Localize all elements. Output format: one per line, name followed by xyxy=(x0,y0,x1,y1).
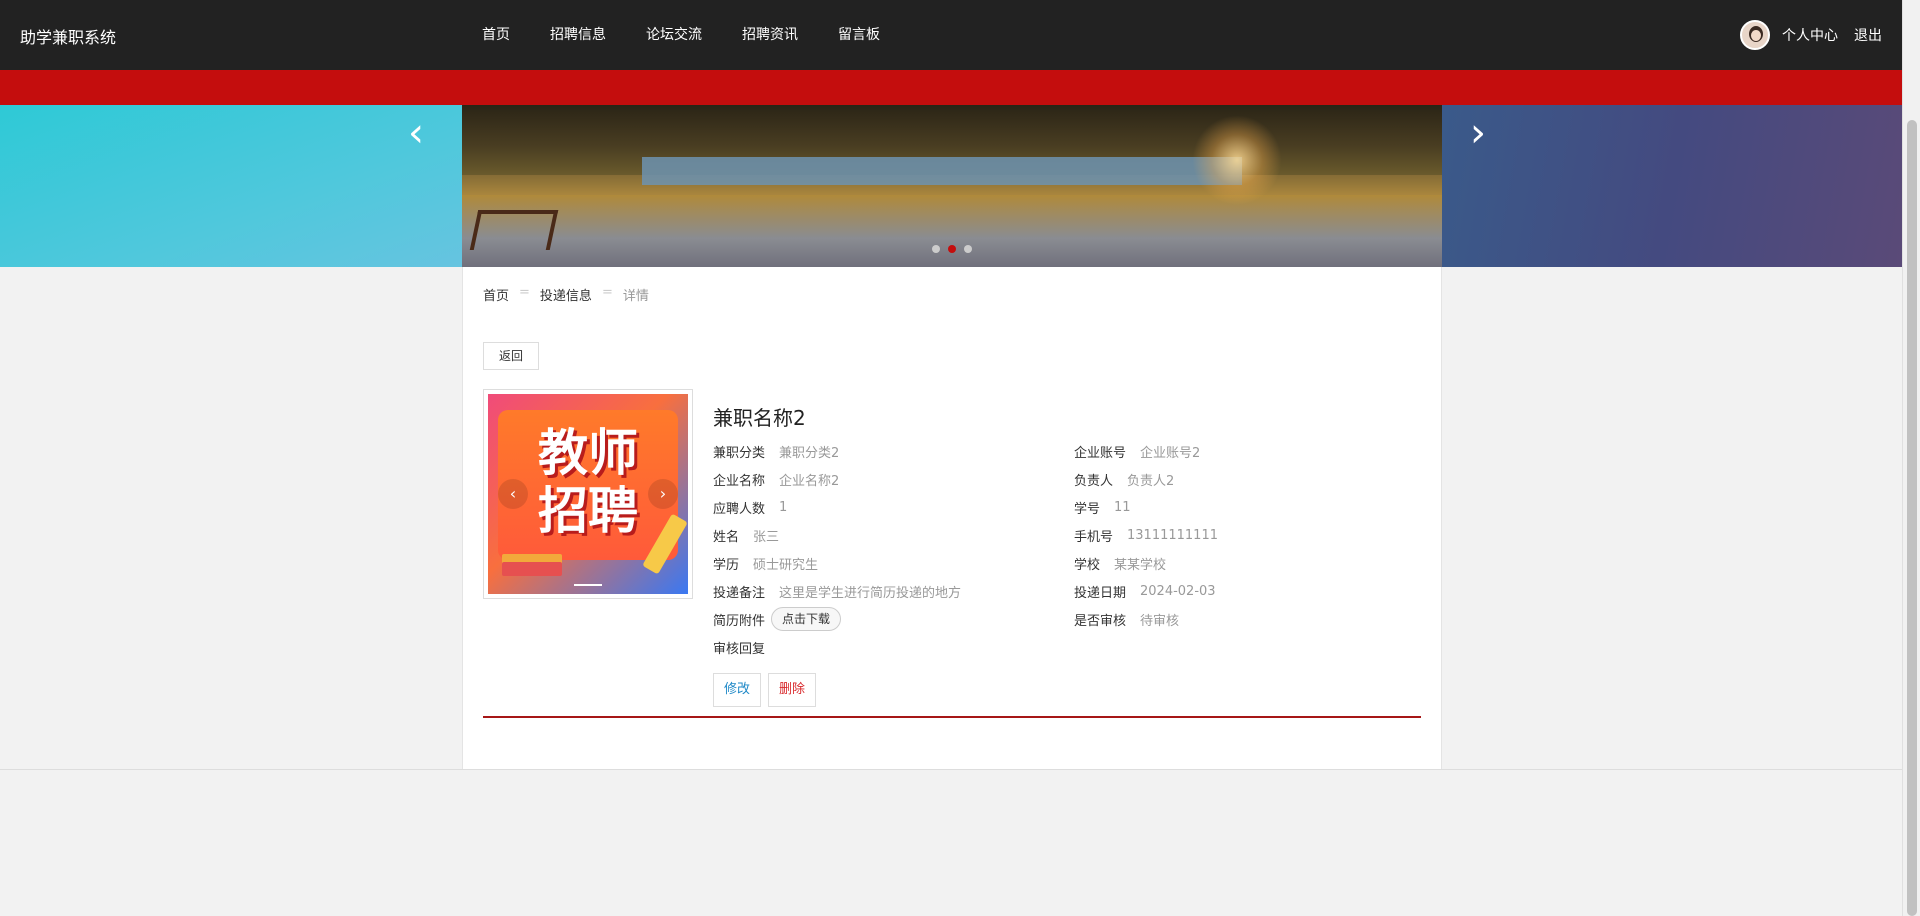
nav-recruitment-info[interactable]: 招聘信息 xyxy=(550,24,606,44)
slide-image-bench xyxy=(470,210,559,250)
field-label: 学校 xyxy=(1074,554,1100,573)
carousel-dot-2[interactable] xyxy=(948,245,956,253)
field-company-name: 企业名称 企业名称2 xyxy=(713,469,839,489)
carousel-slide-next xyxy=(1442,105,1902,267)
field-value: 这里是学生进行简历投递的地方 xyxy=(779,582,961,601)
carousel-slide-current xyxy=(462,105,1442,267)
poster-text-line1: 教师 xyxy=(488,424,688,482)
field-value: 硕士研究生 xyxy=(753,554,818,573)
page-scrollbar[interactable] xyxy=(1902,0,1920,916)
field-value: 2024-02-03 xyxy=(1140,584,1216,599)
field-value: 企业账号2 xyxy=(1140,442,1200,461)
breadcrumb-separator: = xyxy=(602,285,613,304)
carousel-next-arrow-icon[interactable]: › xyxy=(1470,113,1486,153)
field-review-status: 是否审核 待审核 xyxy=(1074,609,1179,629)
field-label: 学历 xyxy=(713,554,739,573)
field-submission-note: 投递备注 这里是学生进行简历投递的地方 xyxy=(713,581,961,601)
red-banner-strip xyxy=(0,70,1902,105)
breadcrumb-current: 详情 xyxy=(623,285,649,304)
logout-link[interactable]: 退出 xyxy=(1854,25,1882,45)
books-icon xyxy=(502,562,562,576)
field-label: 投递日期 xyxy=(1074,582,1126,601)
image-prev-arrow-icon[interactable]: ‹ xyxy=(498,479,528,509)
breadcrumb: 首页 = 投递信息 = 详情 xyxy=(483,285,649,304)
carousel-prev-arrow-icon[interactable]: ‹ xyxy=(408,113,424,153)
breadcrumb-separator: = xyxy=(519,285,530,304)
user-avatar[interactable] xyxy=(1740,20,1770,50)
job-image-carousel: 教师 招聘 ‹ › xyxy=(483,389,693,599)
nav-home[interactable]: 首页 xyxy=(482,24,510,44)
slide-image-fence xyxy=(642,157,1242,185)
job-title: 兼职名称2 xyxy=(713,402,806,431)
field-phone: 手机号 13111111111 xyxy=(1074,525,1218,545)
detail-container: 首页 = 投递信息 = 详情 返回 教师 招聘 ‹ › 兼职名称2 兼职分类 兼… xyxy=(462,267,1442,770)
field-person-in-charge: 负责人 负责人2 xyxy=(1074,469,1174,489)
field-value: 兼职分类2 xyxy=(779,442,839,461)
user-center-link[interactable]: 个人中心 xyxy=(1782,25,1838,45)
field-applicant-count: 应聘人数 1 xyxy=(713,497,787,517)
field-value: 张三 xyxy=(753,526,779,545)
field-resume-attachment: 简历附件 点击下载 xyxy=(713,609,841,629)
field-school: 学校 某某学校 xyxy=(1074,553,1166,573)
field-value: 某某学校 xyxy=(1114,554,1166,573)
field-job-category: 兼职分类 兼职分类2 xyxy=(713,441,839,461)
edit-button[interactable]: 修改 xyxy=(713,673,761,707)
back-button[interactable]: 返回 xyxy=(483,342,539,370)
field-label: 负责人 xyxy=(1074,470,1113,489)
field-label: 是否审核 xyxy=(1074,610,1126,629)
user-area: 个人中心 退出 xyxy=(1740,20,1882,50)
field-education: 学历 硕士研究生 xyxy=(713,553,818,573)
field-label: 投递备注 xyxy=(713,582,765,601)
field-value: 企业名称2 xyxy=(779,470,839,489)
field-label: 学号 xyxy=(1074,498,1100,517)
slide-image-sunlight xyxy=(1192,115,1282,205)
top-navbar: 助学兼职系统 首页 招聘信息 论坛交流 招聘资讯 留言板 个人中心 退出 xyxy=(0,0,1902,70)
field-label: 应聘人数 xyxy=(713,498,765,517)
field-label: 手机号 xyxy=(1074,526,1113,545)
field-value: 13111111111 xyxy=(1127,528,1218,543)
image-pagination-bar[interactable] xyxy=(574,584,602,586)
job-poster-image: 教师 招聘 ‹ › xyxy=(488,394,688,594)
carousel-slide-prev xyxy=(0,105,462,267)
carousel-dots xyxy=(932,245,980,253)
nav-forum[interactable]: 论坛交流 xyxy=(646,24,702,44)
field-value: 11 xyxy=(1114,500,1131,515)
field-label: 企业名称 xyxy=(713,470,765,489)
scrollbar-thumb[interactable] xyxy=(1907,120,1917,916)
field-value: 负责人2 xyxy=(1127,470,1174,489)
field-review-reply: 审核回复 xyxy=(713,637,779,657)
page-bottom-divider xyxy=(0,769,1902,770)
field-name: 姓名 张三 xyxy=(713,525,779,545)
section-divider xyxy=(483,716,1421,718)
field-label: 姓名 xyxy=(713,526,739,545)
field-label: 简历附件 xyxy=(713,610,765,629)
field-student-id: 学号 11 xyxy=(1074,497,1131,517)
download-resume-button[interactable]: 点击下载 xyxy=(771,607,841,631)
main-nav: 首页 招聘信息 论坛交流 招聘资讯 留言板 xyxy=(482,24,920,44)
nav-message-board[interactable]: 留言板 xyxy=(838,24,880,44)
carousel-dot-1[interactable] xyxy=(932,245,940,253)
field-label: 兼职分类 xyxy=(713,442,765,461)
field-submission-date: 投递日期 2024-02-03 xyxy=(1074,581,1216,601)
delete-button[interactable]: 删除 xyxy=(768,673,816,707)
breadcrumb-section[interactable]: 投递信息 xyxy=(540,285,592,304)
field-value: 1 xyxy=(779,500,787,515)
nav-recruitment-news[interactable]: 招聘资讯 xyxy=(742,24,798,44)
carousel-dot-3[interactable] xyxy=(964,245,972,253)
banner-carousel: ‹ › xyxy=(0,105,1902,267)
field-company-account: 企业账号 企业账号2 xyxy=(1074,441,1200,461)
image-next-arrow-icon[interactable]: › xyxy=(648,479,678,509)
field-label: 企业账号 xyxy=(1074,442,1126,461)
field-value: 待审核 xyxy=(1140,610,1179,629)
breadcrumb-home[interactable]: 首页 xyxy=(483,285,509,304)
site-brand[interactable]: 助学兼职系统 xyxy=(20,24,116,48)
field-label: 审核回复 xyxy=(713,638,765,657)
slide-image-ground xyxy=(462,195,1442,267)
